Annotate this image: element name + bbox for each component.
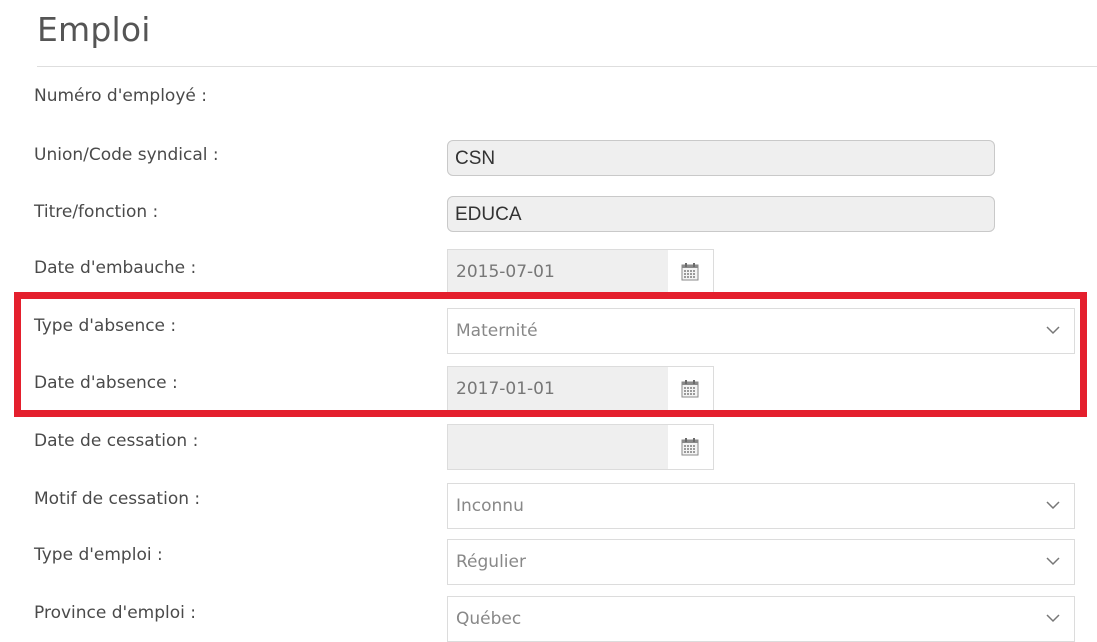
chevron-down-icon [1046, 557, 1060, 566]
union-code-field[interactable]: CSN [447, 140, 995, 176]
highlight-box [14, 292, 1087, 417]
employment-type-select[interactable]: Régulier [447, 539, 1075, 585]
termination-date-input[interactable] [448, 425, 668, 469]
hire-date-label: Date d'embauche : [34, 258, 197, 278]
title-function-field[interactable]: EDUCA [447, 196, 995, 232]
employment-type-value: Régulier [456, 552, 526, 572]
termination-reason-select[interactable]: Inconnu [447, 483, 1075, 529]
chevron-down-icon [1046, 614, 1060, 623]
calendar-icon[interactable] [680, 262, 700, 282]
section-divider [37, 66, 1097, 67]
termination-reason-value: Inconnu [456, 496, 524, 516]
hire-date-picker[interactable]: 2015-07-01 [447, 249, 714, 295]
employment-province-select[interactable]: Québec [447, 596, 1075, 642]
employee-number-label: Numéro d'employé : [34, 86, 207, 106]
hire-date-input[interactable]: 2015-07-01 [448, 250, 668, 294]
title-function-label: Titre/fonction : [34, 202, 159, 222]
termination-date-label: Date de cessation : [34, 431, 199, 451]
employment-province-label: Province d'emploi : [34, 603, 196, 623]
termination-reason-label: Motif de cessation : [34, 489, 201, 509]
union-code-label: Union/Code syndical : [34, 145, 219, 165]
termination-date-picker[interactable] [447, 424, 714, 470]
calendar-icon[interactable] [680, 437, 700, 457]
section-title: Emploi [37, 10, 151, 49]
chevron-down-icon [1046, 501, 1060, 510]
employment-type-label: Type d'emploi : [34, 545, 163, 565]
employment-province-value: Québec [456, 609, 522, 629]
